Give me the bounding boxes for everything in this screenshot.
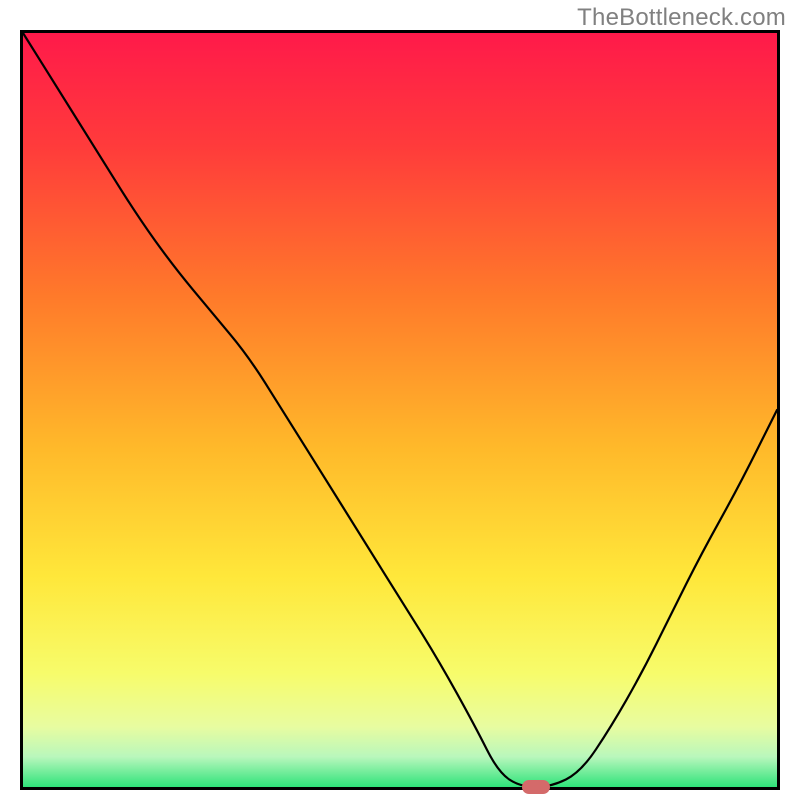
plot-frame <box>20 30 780 790</box>
chart-container: TheBottleneck.com <box>0 0 800 800</box>
optimal-point-marker <box>522 780 550 794</box>
heat-gradient-background <box>23 33 777 787</box>
plot-area <box>23 33 777 787</box>
chart-svg <box>23 33 777 787</box>
watermark-text: TheBottleneck.com <box>577 4 786 32</box>
